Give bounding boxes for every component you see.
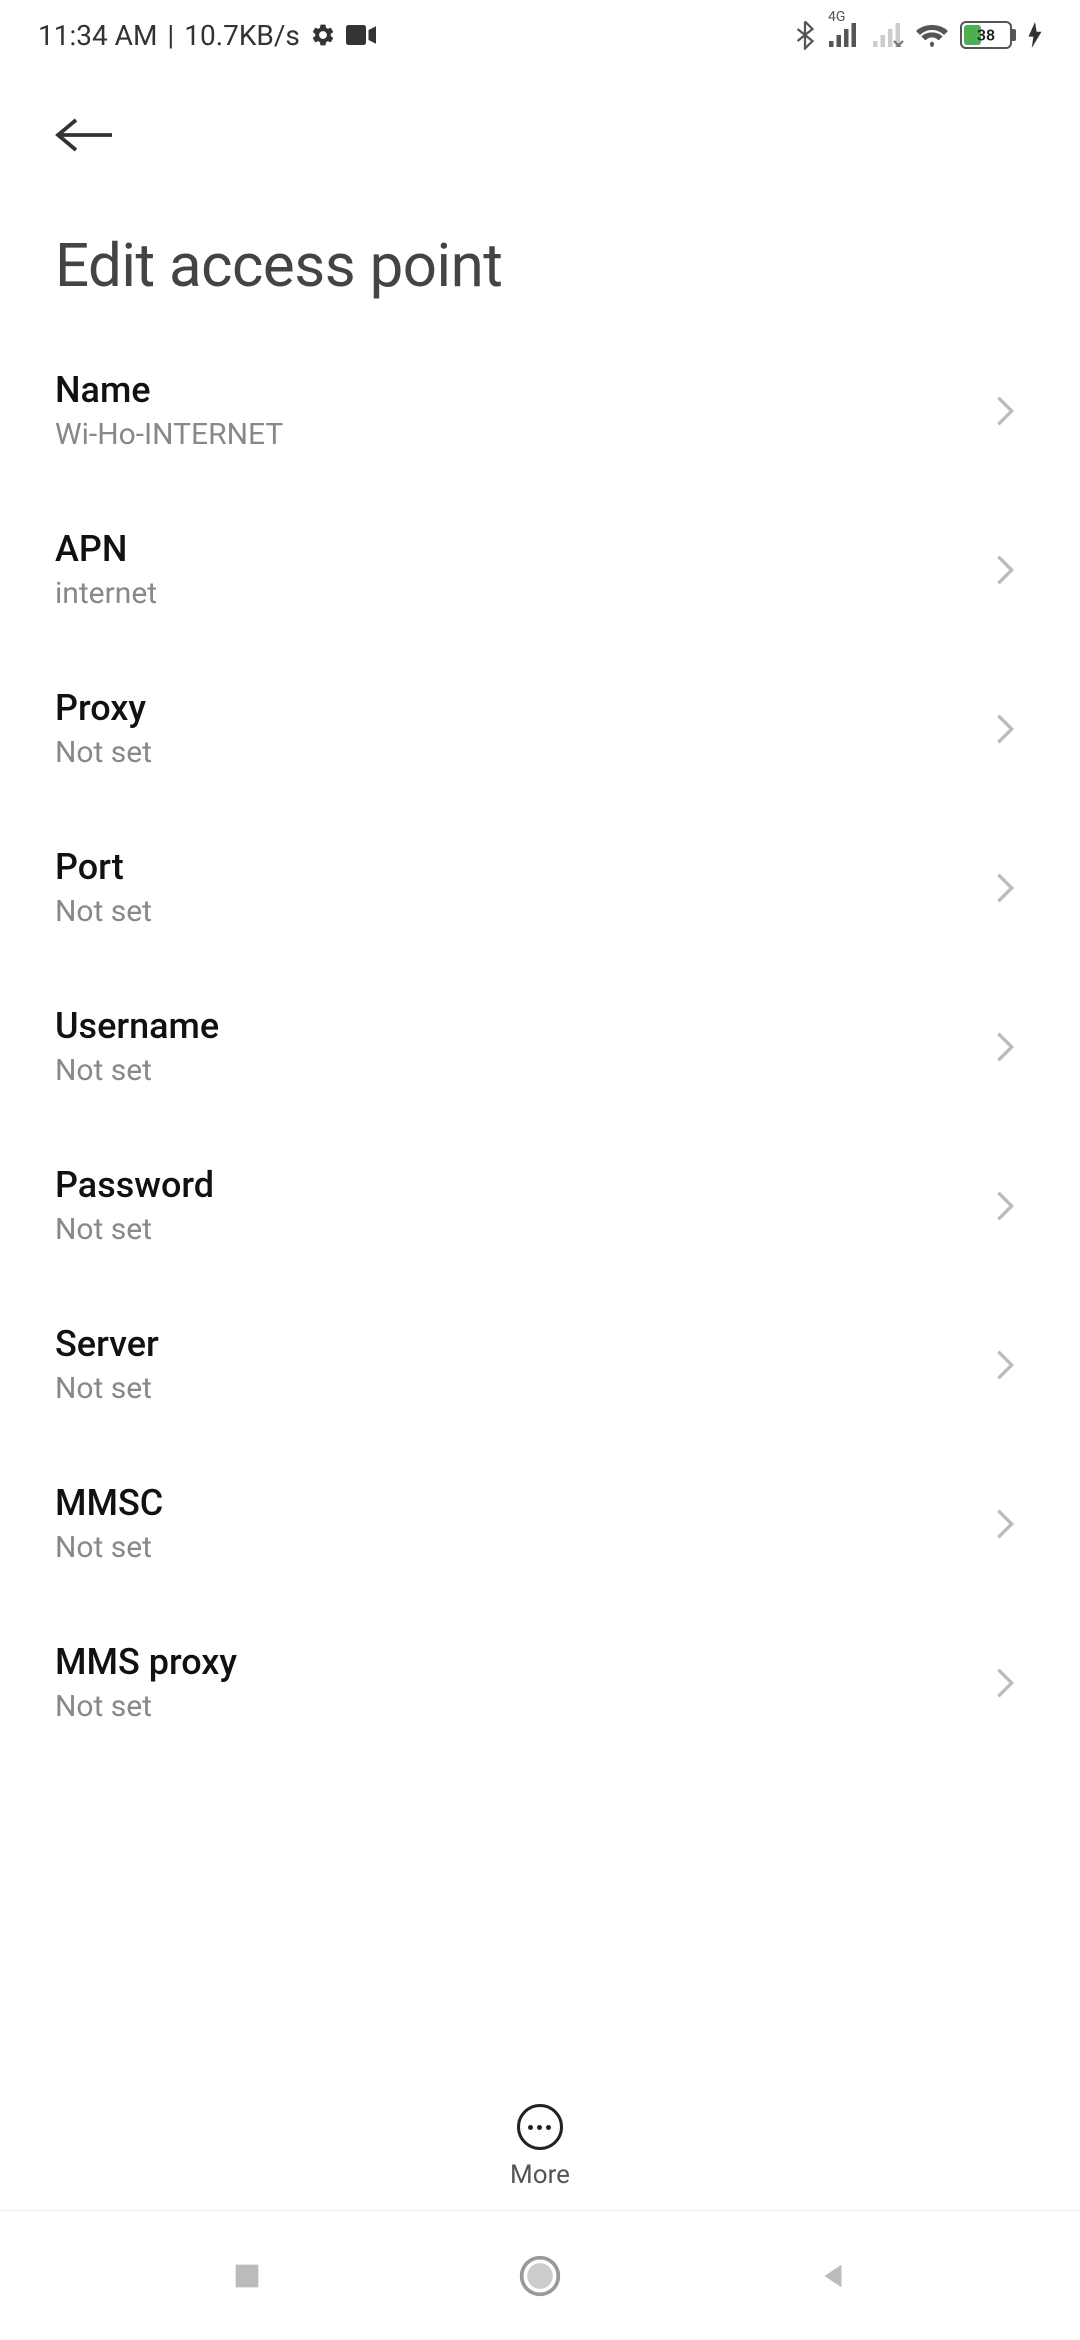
list-item-mmsc[interactable]: MMSC Not set [55, 1444, 1025, 1603]
list-item-server[interactable]: Server Not set [55, 1285, 1025, 1444]
more-icon [517, 2104, 563, 2150]
item-value: Not set [55, 1530, 163, 1565]
signal-no-sim-icon [872, 23, 904, 47]
battery-icon: 38 [960, 21, 1016, 49]
item-label: Username [55, 1005, 219, 1047]
item-value: Not set [55, 1371, 159, 1406]
item-value: internet [55, 576, 157, 611]
list-item-proxy[interactable]: Proxy Not set [55, 649, 1025, 808]
status-speed: 10.7KB/s [184, 19, 300, 52]
item-value: Not set [55, 1689, 237, 1724]
status-bar: 11:34 AM | 10.7KB/s 4G 38 [0, 0, 1080, 70]
page-title: Edit access point [0, 180, 1080, 331]
signal-4g-icon: 4G [828, 23, 860, 47]
item-value: Not set [55, 1212, 214, 1247]
back-button[interactable] [55, 100, 125, 170]
item-label: MMSC [55, 1482, 163, 1524]
nav-back-button[interactable] [811, 2253, 856, 2298]
chevron-right-icon [995, 396, 1025, 426]
settings-list: Name Wi-Ho-INTERNET APN internet Proxy N… [0, 331, 1080, 1762]
list-item-password[interactable]: Password Not set [55, 1126, 1025, 1285]
chevron-right-icon [995, 1509, 1025, 1539]
item-value: Not set [55, 1053, 219, 1088]
status-separator: | [167, 19, 174, 52]
item-label: Server [55, 1323, 159, 1365]
bottom-bar: More [0, 2084, 1080, 2210]
video-icon [346, 24, 376, 46]
arrow-left-icon [55, 115, 115, 155]
status-time: 11:34 AM [38, 19, 157, 52]
nav-recent-button[interactable] [224, 2253, 269, 2298]
nav-home-button[interactable] [517, 2253, 562, 2298]
status-left: 11:34 AM | 10.7KB/s [38, 19, 376, 52]
status-right: 4G 38 [794, 20, 1042, 50]
item-label: APN [55, 528, 157, 570]
item-value: Not set [55, 735, 152, 770]
list-item-mms-proxy[interactable]: MMS proxy Not set [55, 1603, 1025, 1762]
item-value: Wi-Ho-INTERNET [55, 417, 283, 452]
circle-icon [518, 2254, 562, 2298]
item-value: Not set [55, 894, 152, 929]
wifi-icon [916, 22, 948, 48]
item-label: MMS proxy [55, 1641, 237, 1683]
triangle-left-icon [816, 2259, 850, 2293]
more-label: More [510, 2160, 570, 2190]
chevron-right-icon [995, 873, 1025, 903]
more-button[interactable]: More [510, 2104, 570, 2190]
gear-icon [310, 22, 336, 48]
chevron-right-icon [995, 714, 1025, 744]
list-item-apn[interactable]: APN internet [55, 490, 1025, 649]
list-item-name[interactable]: Name Wi-Ho-INTERNET [55, 331, 1025, 490]
square-icon [230, 2259, 264, 2293]
list-item-port[interactable]: Port Not set [55, 808, 1025, 967]
charging-icon [1028, 22, 1042, 48]
header [0, 70, 1080, 180]
bluetooth-icon [794, 20, 816, 50]
item-label: Password [55, 1164, 214, 1206]
chevron-right-icon [995, 1191, 1025, 1221]
item-label: Proxy [55, 687, 152, 729]
chevron-right-icon [995, 1350, 1025, 1380]
navigation-bar [0, 2210, 1080, 2340]
item-label: Port [55, 846, 152, 888]
chevron-right-icon [995, 1032, 1025, 1062]
list-item-username[interactable]: Username Not set [55, 967, 1025, 1126]
item-label: Name [55, 369, 283, 411]
chevron-right-icon [995, 1668, 1025, 1698]
chevron-right-icon [995, 555, 1025, 585]
